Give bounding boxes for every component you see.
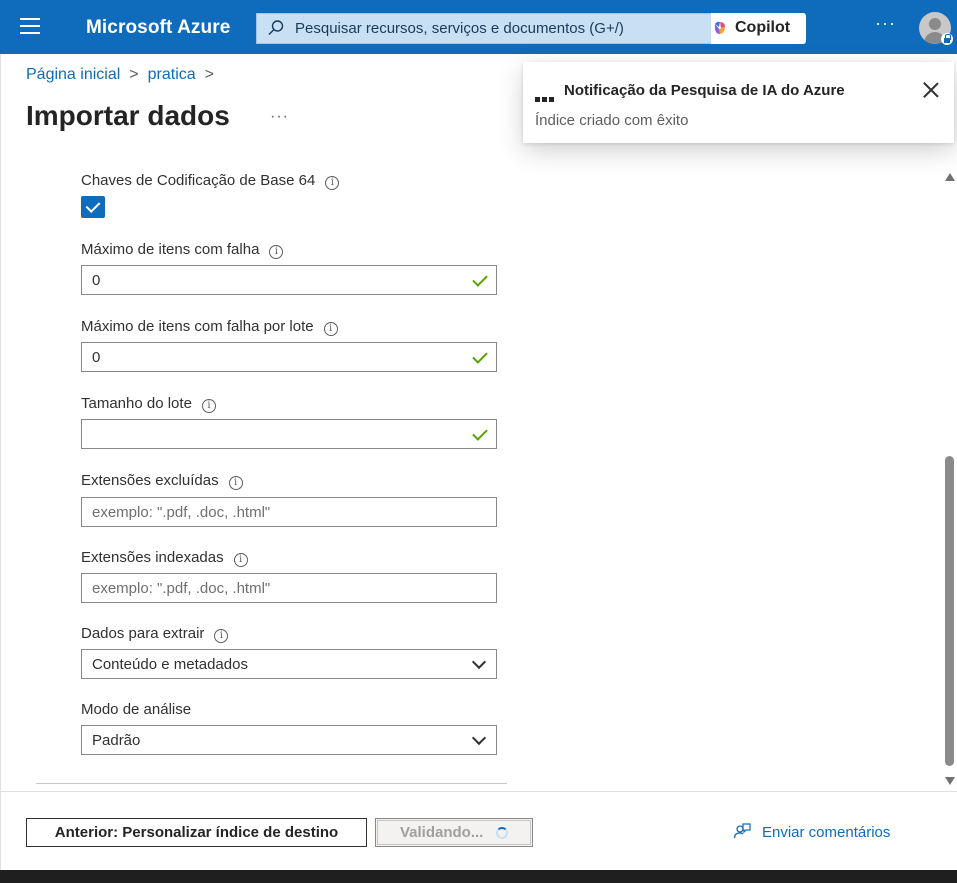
search-icon [268, 20, 284, 35]
top-bar: Microsoft Azure Pesquisar recursos, serv… [0, 0, 957, 54]
valid-check-icon [472, 348, 488, 364]
page-more-button[interactable]: ··· [270, 108, 289, 126]
data-to-extract-label-text: Dados para extrair [81, 625, 205, 642]
info-icon[interactable]: i [201, 399, 216, 413]
info-icon[interactable]: i [228, 476, 243, 490]
data-to-extract-select[interactable]: Conteúdo e metadados [81, 649, 497, 679]
scrollbar-thumb[interactable] [945, 456, 954, 766]
feedback-label: Enviar comentários [762, 824, 891, 841]
excluded-ext-label: Extensões excluídas i [81, 472, 243, 490]
validate-button[interactable]: Validando... [375, 818, 533, 847]
notification-message: Índice criado com êxito [535, 112, 689, 129]
chevron-down-icon [471, 654, 487, 670]
parsing-mode-label-text: Modo de análise [81, 701, 192, 718]
parsing-mode-label: Modo de análise [81, 701, 191, 718]
excluded-ext-placeholder: exemplo: ".pdf, .doc, .html" [92, 504, 271, 521]
breadcrumb-separator: > [204, 66, 214, 83]
max-failed-input[interactable]: 0 [81, 265, 497, 295]
brand-title[interactable]: Microsoft Azure [86, 17, 230, 39]
data-to-extract-value: Conteúdo e metadados [92, 656, 248, 673]
menu-icon[interactable] [20, 18, 40, 34]
excluded-ext-label-text: Extensões excluídas [81, 472, 219, 489]
data-to-extract-label: Dados para extrair i [81, 625, 229, 643]
valid-check-icon [472, 425, 488, 441]
indexed-ext-label-text: Extensões indexadas [81, 549, 224, 566]
footer-divider [0, 791, 957, 792]
copilot-label: Copilot [735, 19, 791, 36]
validate-label: Validando... [400, 824, 484, 841]
scroll-down-arrow[interactable] [945, 777, 955, 785]
breadcrumb: Página inicial > pratica > [26, 66, 223, 84]
batch-size-input[interactable] [81, 419, 497, 449]
base64-label: Chaves de Codificação de Base 64 i [81, 172, 340, 190]
parsing-mode-select[interactable]: Padrão [81, 725, 497, 755]
max-failed-batch-input[interactable]: 0 [81, 342, 497, 372]
max-failed-batch-label: Máximo de itens com falha por lote i [81, 318, 338, 336]
indexed-ext-input[interactable]: exemplo: ".pdf, .doc, .html" [81, 573, 497, 603]
indexed-ext-label: Extensões indexadas i [81, 549, 248, 567]
loading-dots-icon [535, 89, 556, 107]
info-icon[interactable]: i [269, 245, 284, 259]
max-failed-batch-label-text: Máximo de itens com falha por lote [81, 318, 314, 335]
section-divider [36, 783, 507, 784]
info-icon[interactable]: i [323, 322, 338, 336]
info-icon[interactable]: i [214, 629, 229, 643]
base64-label-text: Chaves de Codificação de Base 64 [81, 172, 316, 189]
close-icon[interactable] [921, 80, 941, 100]
max-failed-value: 0 [92, 272, 101, 289]
copilot-button[interactable]: Copilot [711, 13, 806, 44]
batch-size-label: Tamanho do lote i [81, 395, 216, 413]
left-edge-line [0, 54, 1, 870]
excluded-ext-input[interactable]: exemplo: ".pdf, .doc, .html" [81, 497, 497, 527]
copilot-icon [714, 21, 725, 34]
breadcrumb-separator: > [129, 66, 139, 83]
notification-toast: Notificação da Pesquisa de IA do Azure Í… [523, 62, 954, 143]
info-icon[interactable]: i [233, 553, 248, 567]
valid-check-icon [472, 271, 488, 287]
breadcrumb-home[interactable]: Página inicial [26, 66, 120, 83]
avatar-head [929, 18, 941, 30]
info-icon[interactable]: i [325, 176, 340, 190]
max-failed-label: Máximo de itens com falha i [81, 241, 284, 259]
breadcrumb-resource[interactable]: pratica [148, 66, 196, 83]
previous-button[interactable]: Anterior: Personalizar índice de destino [26, 818, 367, 847]
batch-size-label-text: Tamanho do lote [81, 395, 192, 412]
feedback-icon [733, 823, 751, 839]
search-input[interactable]: Pesquisar recursos, serviços e documento… [256, 13, 711, 44]
parsing-mode-value: Padrão [92, 732, 141, 749]
lock-icon [941, 33, 953, 45]
scroll-up-arrow[interactable] [945, 173, 955, 181]
search-placeholder: Pesquisar recursos, serviços e documento… [295, 20, 624, 37]
taskbar-strip [0, 870, 957, 883]
page-title: Importar dados [26, 100, 230, 131]
spinner-icon [496, 827, 508, 839]
base64-checkbox[interactable] [81, 196, 105, 218]
max-failed-label-text: Máximo de itens com falha [81, 241, 260, 258]
indexed-ext-placeholder: exemplo: ".pdf, .doc, .html" [92, 580, 271, 597]
max-failed-batch-value: 0 [92, 349, 101, 366]
chevron-down-icon [471, 730, 487, 746]
notification-title: Notificação da Pesquisa de IA do Azure [564, 82, 845, 99]
more-options-button[interactable]: ··· [875, 13, 896, 34]
